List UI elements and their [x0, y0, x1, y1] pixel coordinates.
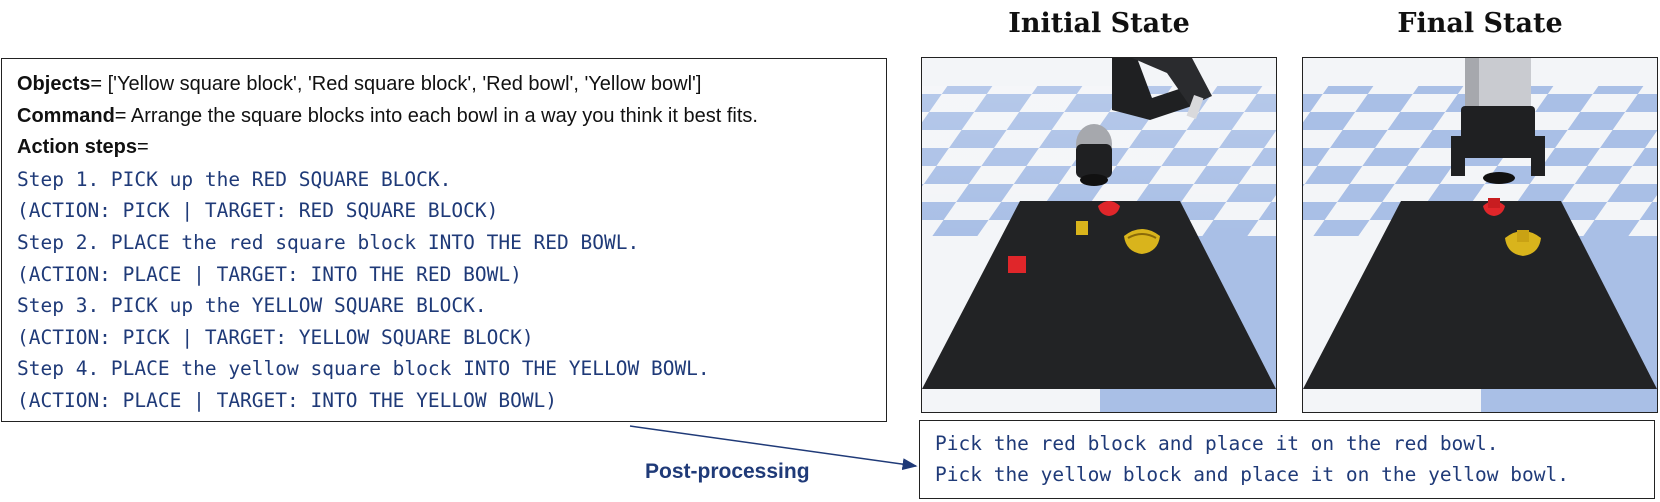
- output-box: Pick the red block and place it on the r…: [919, 420, 1655, 499]
- output-line: Pick the yellow block and place it on th…: [935, 463, 1569, 486]
- output-line: Pick the red block and place it on the r…: [935, 432, 1499, 455]
- post-processing-label: Post-processing: [645, 460, 810, 483]
